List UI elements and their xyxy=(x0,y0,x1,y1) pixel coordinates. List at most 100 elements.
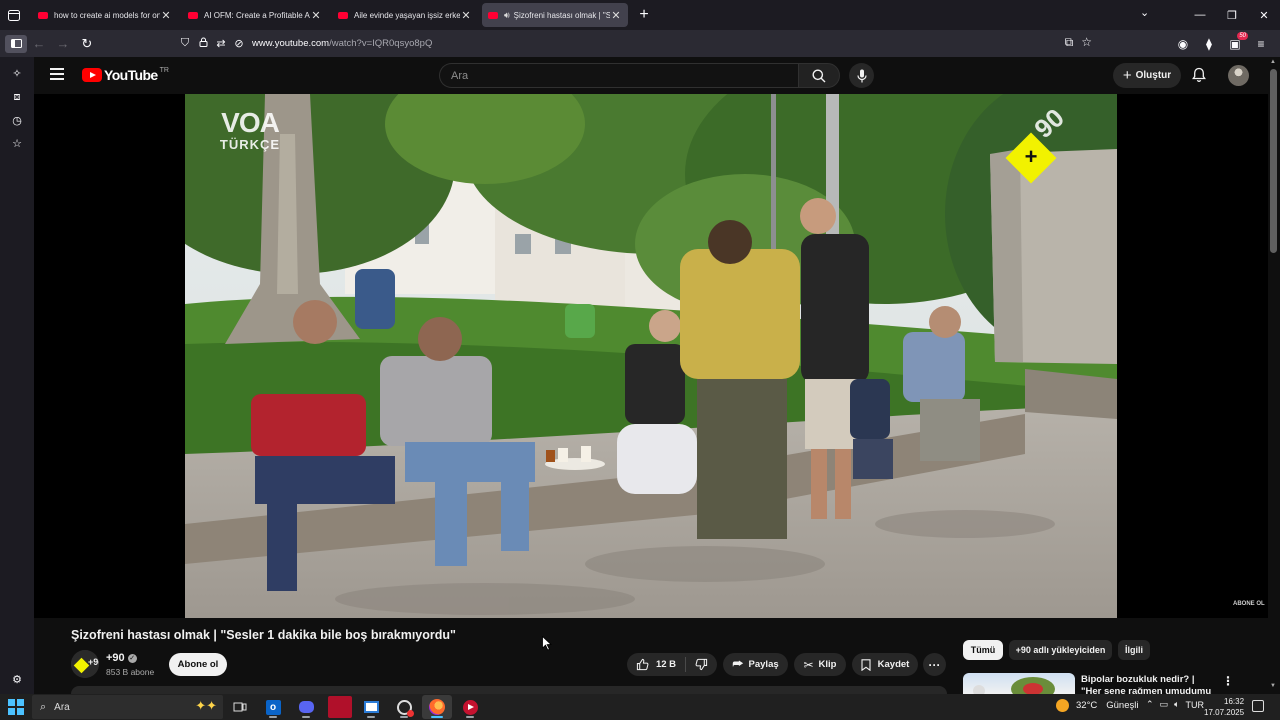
person-yellow-shirt xyxy=(680,220,800,539)
volume-icon[interactable]: 🔈︎ xyxy=(1174,699,1179,710)
share-button[interactable]: ⮫ Paylaş xyxy=(723,653,788,676)
youtube-app[interactable] xyxy=(455,695,485,719)
forward-button[interactable]: → xyxy=(51,32,75,56)
more-actions-button[interactable]: ··· xyxy=(923,653,946,676)
synced-tabs-icon[interactable]: ⧈ xyxy=(9,89,25,105)
save-button[interactable]: Kaydet xyxy=(852,653,918,676)
obs-app[interactable] xyxy=(389,695,419,719)
recommended-video-thumbnail[interactable] xyxy=(963,673,1075,695)
sidebar-settings-gear-icon[interactable]: ⚙ xyxy=(9,671,25,687)
history-icon[interactable]: ◷ xyxy=(9,112,25,128)
notifications-icon[interactable] xyxy=(1252,700,1264,712)
taskbar-clock[interactable]: 16:32 17.07.2025 xyxy=(1204,696,1244,718)
firefox-app[interactable] xyxy=(422,695,452,719)
subscribe-button[interactable]: Abone ol xyxy=(169,653,227,676)
scroll-up-arrow-icon[interactable]: ▲ xyxy=(1270,59,1276,65)
close-tab-icon[interactable]: ✕ xyxy=(610,9,622,22)
plus-icon: + xyxy=(1122,67,1132,84)
taskbar-search[interactable]: ⌕ Ara ✦✦ xyxy=(32,695,223,719)
outlook-app[interactable]: o xyxy=(258,695,288,719)
youtube-logo[interactable]: YouTube TR xyxy=(82,67,169,83)
chip-from-uploader[interactable]: +90 adlı yükleyiciden xyxy=(1009,640,1112,660)
bookmarks-star-icon[interactable]: ☆ xyxy=(9,135,25,151)
youtube-favicon-icon xyxy=(338,11,348,19)
red-app-icon xyxy=(328,696,352,718)
dislike-button[interactable] xyxy=(686,653,717,676)
recommended-video-title[interactable]: Bipolar bozukluk nedir? | "Her sene rağm… xyxy=(1081,674,1215,694)
close-tab-icon[interactable]: ✕ xyxy=(160,9,172,22)
voice-search-button[interactable] xyxy=(849,63,874,88)
browser-tab-2[interactable]: AI OFM: Create a Profitable AI I ✕ xyxy=(182,3,328,27)
recommended-more-vertical-icon[interactable]: ⋮ xyxy=(1222,674,1234,688)
video-frame[interactable]: VOA TÜRKÇE + 90 xyxy=(185,94,1117,618)
window-app-icon xyxy=(363,701,379,713)
guide-menu-icon[interactable] xyxy=(50,68,64,80)
speaker-icon[interactable]: 🔊︎ xyxy=(504,10,510,21)
running-indicator xyxy=(367,716,375,718)
voa-logo-text: VOA xyxy=(221,107,280,138)
weather-widget[interactable]: 32°C Güneşli xyxy=(1056,699,1138,712)
account-icon[interactable]: ◉ xyxy=(1172,33,1194,55)
red-app[interactable] xyxy=(325,695,355,719)
back-button[interactable]: ← xyxy=(27,32,51,56)
network-icon[interactable]: ▭ xyxy=(1160,699,1169,710)
url-path: /watch?v=IQR0qsyo8pQ xyxy=(329,38,433,49)
shield-icon[interactable]: ⛉ xyxy=(176,37,194,50)
file-explorer-app[interactable] xyxy=(356,695,386,719)
search-box xyxy=(439,63,798,88)
clock-time: 16:32 xyxy=(1224,697,1245,706)
bookmark-star-icon[interactable]: ☆ xyxy=(1081,35,1092,50)
menu-hamburger-icon[interactable]: ≡ xyxy=(1250,33,1272,55)
browser-tab-3[interactable]: Aile evinde yaşayan işsiz erkek ✕ xyxy=(332,3,478,27)
sidebar-toggle-button[interactable] xyxy=(5,34,27,53)
create-button[interactable]: + Oluştur xyxy=(1113,63,1181,88)
browser-tab-4-active[interactable]: 🔊︎ Şizofreni hastası olmak | "Se ✕ xyxy=(482,3,628,27)
tray-chevron-up-icon[interactable]: ⌃ xyxy=(1146,699,1154,710)
like-button[interactable]: 12 B xyxy=(627,653,685,676)
discord-app[interactable] xyxy=(291,695,321,719)
tab-list-button[interactable] xyxy=(0,0,28,30)
extension-with-badge-icon[interactable]: ▣ 50 xyxy=(1224,32,1248,55)
chip-all[interactable]: Tümü xyxy=(963,640,1003,660)
ai-chatbot-icon[interactable]: ✧ xyxy=(9,65,25,81)
microphone-icon xyxy=(856,69,867,82)
close-tab-icon[interactable]: ✕ xyxy=(460,9,472,22)
input-language[interactable]: TUR xyxy=(1185,700,1204,710)
scrollbar-thumb[interactable] xyxy=(1270,69,1277,253)
url-text[interactable]: www.youtube.com/watch?v=IQR0qsyo8pQ xyxy=(252,38,432,49)
taskbar-search-placeholder: Ara xyxy=(54,701,70,713)
notifications-bell-icon[interactable] xyxy=(1191,67,1207,83)
account-avatar[interactable] xyxy=(1228,65,1249,86)
extensions-icon[interactable]: ⧫ xyxy=(1198,33,1220,55)
video-player[interactable]: VOA TÜRKÇE + 90 ABONE OL xyxy=(34,94,1268,618)
list-all-tabs-chevron-icon[interactable]: ⌄ xyxy=(1140,6,1149,19)
close-tab-icon[interactable]: ✕ xyxy=(310,9,322,22)
search-input[interactable] xyxy=(451,69,798,82)
browser-tab-1[interactable]: how to create ai models for onl ✕ xyxy=(32,3,178,27)
permissions-icon[interactable]: ⇄ xyxy=(212,37,230,50)
windows-start-icon[interactable] xyxy=(8,699,24,715)
task-view-button[interactable] xyxy=(225,695,255,719)
reload-button[interactable]: ↻ xyxy=(75,32,99,56)
like-count: 12 B xyxy=(655,659,677,670)
channel-name[interactable]: +90 ✓ xyxy=(106,652,137,664)
channel-name-text: +90 xyxy=(106,652,125,664)
clip-button[interactable]: ✂ Klip xyxy=(794,653,846,676)
search-button[interactable] xyxy=(798,63,840,88)
lock-icon[interactable] xyxy=(194,37,212,50)
url-host: www.youtube.com xyxy=(252,38,330,49)
channel-avatar[interactable]: +90 xyxy=(71,650,99,678)
new-tab-button[interactable]: + xyxy=(632,3,656,27)
search-icon xyxy=(812,69,826,82)
page-scrollbar[interactable]: ▲ ▼ xyxy=(1268,57,1280,694)
chip-related[interactable]: İlgili xyxy=(1118,640,1150,660)
camera-blocked-icon[interactable]: ⊘ xyxy=(230,37,248,50)
close-window-icon[interactable]: ✕ xyxy=(1248,9,1280,22)
minimize-icon[interactable]: — xyxy=(1184,9,1216,21)
restore-icon[interactable]: ❐ xyxy=(1216,9,1248,22)
subscribe-watermark[interactable]: ABONE OL xyxy=(1233,601,1265,607)
toolbar-right: ◉ ⧫ ▣ 50 ≡ xyxy=(1172,32,1272,55)
picture-in-picture-icon[interactable]: ⧉ xyxy=(1065,35,1074,50)
address-bar[interactable]: ⛉ ⇄ ⊘ www.youtube.com/watch?v=IQR0qsyo8p… xyxy=(176,33,1106,54)
scroll-down-arrow-icon[interactable]: ▼ xyxy=(1270,683,1276,689)
